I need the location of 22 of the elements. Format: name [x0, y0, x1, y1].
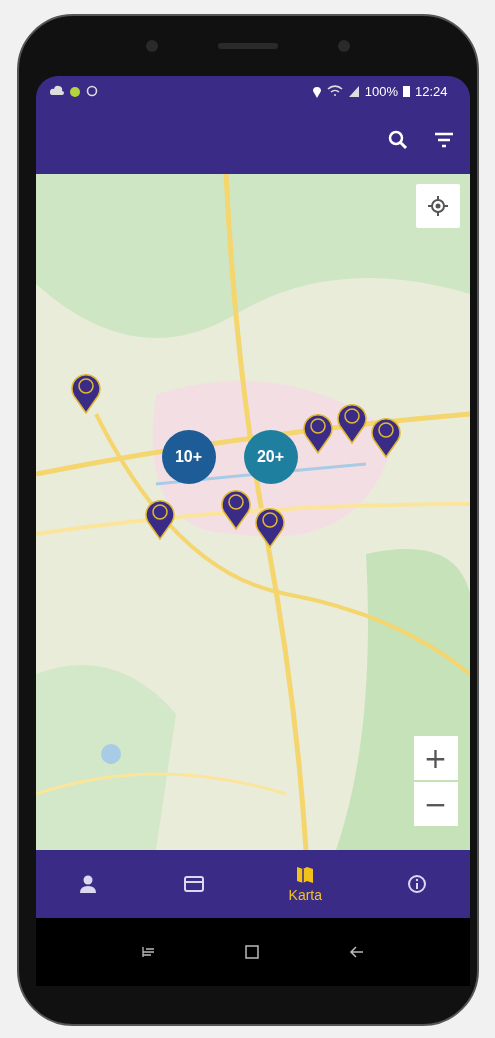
recent-apps-icon[interactable]	[139, 944, 156, 960]
back-icon[interactable]	[349, 944, 366, 960]
location-icon	[311, 84, 322, 98]
battery-percent: 100%	[364, 83, 398, 99]
cloud-icon	[49, 85, 64, 97]
info-icon	[405, 874, 428, 894]
my-location-button[interactable]	[415, 184, 460, 228]
location-target-icon	[427, 196, 448, 216]
zoom-out-button[interactable]: −	[413, 782, 458, 826]
circle-icon	[85, 85, 98, 97]
home-icon[interactable]	[244, 944, 261, 960]
camera-icon	[145, 40, 158, 52]
card-icon	[182, 874, 205, 894]
speaker-icon	[217, 43, 278, 49]
wifi-icon	[326, 85, 343, 97]
sensor-icon	[337, 40, 350, 52]
battery-icon	[402, 85, 410, 97]
android-icon	[68, 85, 81, 97]
signal-icon	[347, 85, 360, 97]
zoom-in-button[interactable]: +	[413, 736, 458, 780]
clock-time: 12:24	[414, 83, 448, 99]
nav-tab[interactable]: Karta	[280, 861, 331, 907]
